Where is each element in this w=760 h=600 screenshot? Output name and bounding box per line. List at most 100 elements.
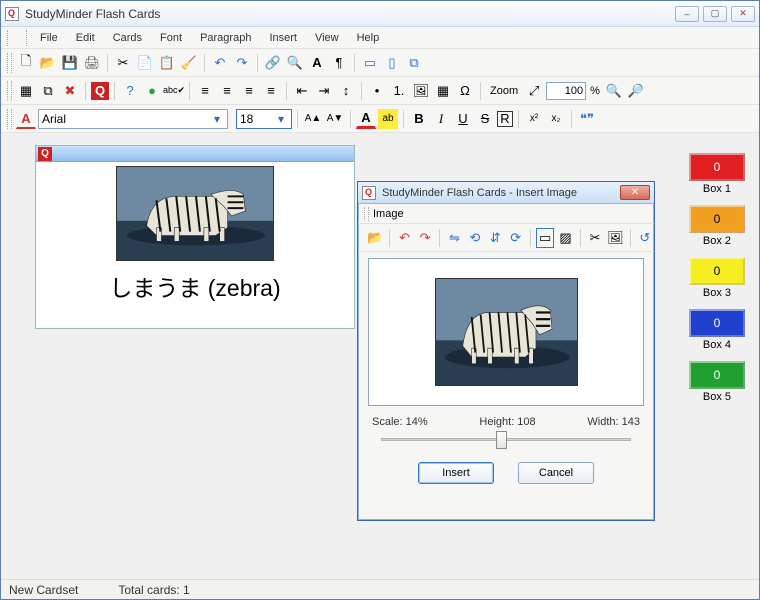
zoom-in-icon[interactable]: 🔍	[604, 81, 624, 101]
box-2[interactable]: 0 Box 2	[689, 205, 745, 247]
flip-vertical-icon[interactable]: ⇵	[486, 228, 504, 248]
font-name-combo[interactable]: Arial ▾	[38, 109, 228, 129]
shadow-icon[interactable]: ▨	[556, 228, 574, 248]
menu-help[interactable]: Help	[348, 30, 389, 46]
spellcheck-icon[interactable]: abc✔	[164, 81, 184, 101]
font-size-combo[interactable]: 18 ▾	[236, 109, 292, 129]
preview-image[interactable]	[435, 278, 578, 386]
menu-paragraph[interactable]: Paragraph	[191, 30, 260, 46]
card-new-icon[interactable]: ▦	[16, 81, 36, 101]
quotes-icon[interactable]: ❝❞	[577, 109, 597, 129]
dialog-redo-icon[interactable]: ↷	[416, 228, 434, 248]
border-icon[interactable]: ▭	[536, 228, 554, 248]
menu-cards[interactable]: Cards	[104, 30, 151, 46]
subscript-icon[interactable]: x₂	[546, 109, 566, 129]
zoom-fit-icon[interactable]: ⤢	[524, 81, 544, 101]
undo-icon[interactable]: ↶	[210, 53, 230, 73]
reset-icon[interactable]: ↺	[636, 228, 654, 248]
crop-icon[interactable]: ✂	[586, 228, 604, 248]
bold-icon[interactable]: B	[409, 109, 429, 129]
question-card-icon[interactable]: Q	[91, 82, 109, 100]
chevron-down-icon[interactable]: ▾	[274, 112, 288, 126]
numbering-icon[interactable]: 1.	[389, 81, 409, 101]
dialog-open-icon[interactable]: 📂	[366, 228, 384, 248]
hyperlink-icon[interactable]: 🔗	[263, 53, 283, 73]
maximize-button[interactable]: ▢	[703, 6, 727, 22]
text-color-icon[interactable]: A	[356, 109, 376, 129]
box-4-count[interactable]: 0	[689, 309, 745, 337]
align-right-icon[interactable]: ≡	[239, 81, 259, 101]
indent-increase-icon[interactable]: ⇥	[314, 81, 334, 101]
box-3[interactable]: 0 Box 3	[689, 257, 745, 299]
layout-2-icon[interactable]: ▯	[382, 53, 402, 73]
adjust-icon[interactable]: 🖼	[606, 228, 625, 248]
superscript-icon[interactable]: x²	[524, 109, 544, 129]
save-icon[interactable]: 💾	[60, 53, 80, 73]
bullets-icon[interactable]: •	[367, 81, 387, 101]
font-dialog-icon[interactable]: A	[307, 53, 327, 73]
insert-image-icon[interactable]: 🖼	[411, 81, 431, 101]
cut-icon[interactable]: ✂	[113, 53, 133, 73]
size-slider[interactable]	[372, 430, 640, 448]
box-1[interactable]: 0 Box 1	[689, 153, 745, 195]
box-5[interactable]: 0 Box 5	[689, 361, 745, 403]
insert-symbol-icon[interactable]: Ω	[455, 81, 475, 101]
card-body[interactable]: しまうま (zebra)	[36, 162, 354, 328]
align-center-icon[interactable]: ≡	[217, 81, 237, 101]
zoom-input[interactable]: 100	[546, 82, 586, 100]
minimize-button[interactable]: –	[675, 6, 699, 22]
menu-view[interactable]: View	[306, 30, 348, 46]
toolbar-grip[interactable]	[7, 53, 12, 73]
close-button[interactable]: ✕	[731, 6, 755, 22]
dialog-close-button[interactable]: ✕	[620, 185, 650, 200]
box-3-count[interactable]: 0	[689, 257, 745, 285]
flash-card[interactable]: Q	[35, 145, 355, 329]
grow-font-icon[interactable]: A▲	[303, 109, 323, 129]
toolbar-grip[interactable]	[7, 81, 12, 101]
boxed-icon[interactable]: R	[497, 111, 513, 127]
card-delete-icon[interactable]: ✖	[60, 81, 80, 101]
box-2-count[interactable]: 0	[689, 205, 745, 233]
align-justify-icon[interactable]: ≡	[261, 81, 281, 101]
menu-file[interactable]: File	[31, 30, 67, 46]
paragraph-dialog-icon[interactable]: ¶	[329, 53, 349, 73]
cancel-button[interactable]: Cancel	[518, 462, 594, 484]
strike-icon[interactable]: S	[475, 109, 495, 129]
card-caption[interactable]: しまうま (zebra)	[109, 269, 280, 303]
insert-table-icon[interactable]: ▦	[433, 81, 453, 101]
slider-thumb[interactable]	[496, 431, 507, 449]
rotate-right-icon[interactable]: ⟳	[507, 228, 525, 248]
card-duplicate-icon[interactable]: ⧉	[38, 81, 58, 101]
rotate-left-icon[interactable]: ⟲	[466, 228, 484, 248]
indent-decrease-icon[interactable]: ⇤	[292, 81, 312, 101]
layout-1-icon[interactable]: ▭	[360, 53, 380, 73]
help-icon[interactable]: ?	[120, 81, 140, 101]
menu-font[interactable]: Font	[151, 30, 191, 46]
box-1-count[interactable]: 0	[689, 153, 745, 181]
find-icon[interactable]: 🔍	[285, 53, 305, 73]
flip-horizontal-icon[interactable]: ⇋	[445, 228, 463, 248]
line-spacing-icon[interactable]: ↕	[336, 81, 356, 101]
copy-icon[interactable]: 📄	[135, 53, 155, 73]
toolbar-grip[interactable]	[7, 109, 12, 129]
open-icon[interactable]: 📂	[38, 53, 58, 73]
dialog-undo-icon[interactable]: ↶	[395, 228, 413, 248]
layout-3-icon[interactable]: ⧉	[404, 53, 424, 73]
box-4[interactable]: 0 Box 4	[689, 309, 745, 351]
dialog-menu-image[interactable]: Image	[373, 208, 404, 220]
shrink-font-icon[interactable]: A▼	[325, 109, 345, 129]
align-left-icon[interactable]: ≡	[195, 81, 215, 101]
box-5-count[interactable]: 0	[689, 361, 745, 389]
font-color-icon[interactable]: A	[16, 109, 36, 129]
menu-insert[interactable]: Insert	[260, 30, 306, 46]
card-image[interactable]	[116, 166, 274, 261]
print-icon[interactable]: 🖨	[82, 53, 102, 73]
chevron-down-icon[interactable]: ▾	[210, 112, 224, 126]
menu-edit[interactable]: Edit	[67, 30, 104, 46]
format-painter-icon[interactable]: 🧹	[179, 53, 199, 73]
paste-icon[interactable]: 📋	[157, 53, 177, 73]
web-icon[interactable]: ●	[142, 81, 162, 101]
redo-icon[interactable]: ↷	[232, 53, 252, 73]
underline-icon[interactable]: U	[453, 109, 473, 129]
highlight-icon[interactable]: ab	[378, 109, 398, 129]
